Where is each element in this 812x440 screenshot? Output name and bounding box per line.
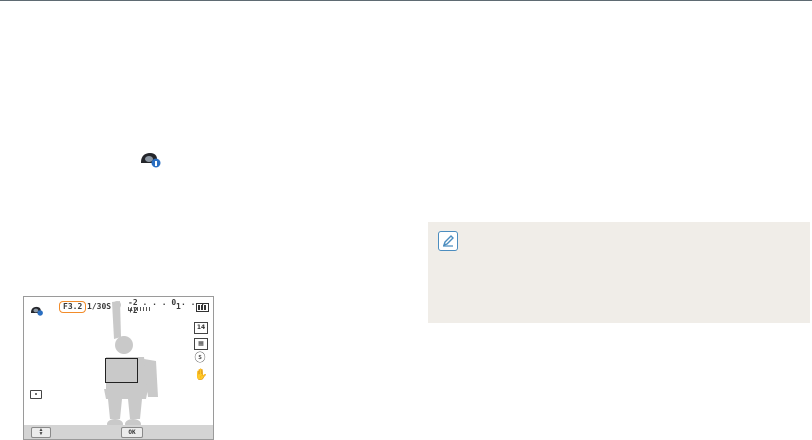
aperture-value: F3.2 — [63, 302, 83, 311]
af-frame — [105, 358, 138, 383]
ois-hand-icon: ✋ — [194, 368, 208, 381]
exposure-ticks — [128, 307, 152, 311]
top-rule — [0, 0, 812, 1]
shutter-speed: 1/30S — [87, 302, 112, 311]
photo-size-icon: 14 — [194, 322, 208, 334]
smart-auto-camera-icon — [141, 153, 161, 168]
lcd-bottom-bar: ▲ ▼ OK — [24, 425, 213, 439]
up-down-button[interactable]: ▲ ▼ — [31, 427, 51, 438]
metering-icon — [30, 390, 42, 399]
note-pencil-icon — [438, 231, 458, 251]
ok-button[interactable]: OK — [121, 427, 143, 438]
shot-count: 1 — [176, 302, 181, 311]
note-box — [428, 222, 810, 323]
quality-icon: ▦ — [194, 338, 208, 350]
smart-auto-camera-icon — [31, 306, 43, 316]
camera-lcd-preview: F3.2 1/30S -2 . . . 0 . . . +2 1 14 ▦ ⓢ … — [23, 296, 214, 440]
flash-icon: ⓢ — [194, 351, 206, 364]
battery-icon — [196, 303, 209, 312]
